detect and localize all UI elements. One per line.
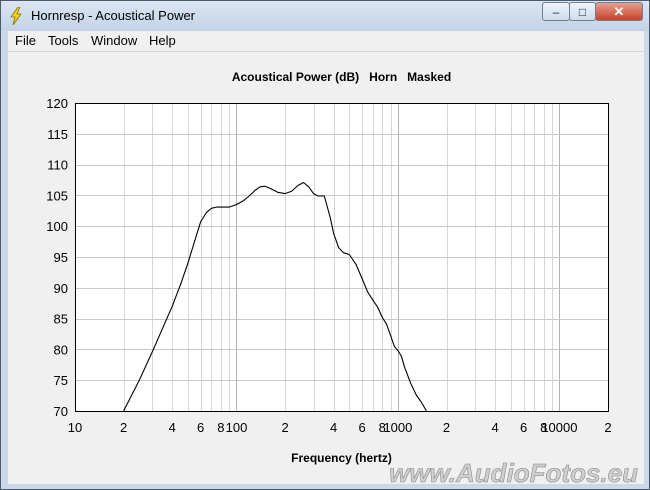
menu-window[interactable]: Window [88, 33, 140, 48]
app-window: Hornresp - Acoustical Power – □ ✕ File T… [0, 0, 650, 490]
x-tick-label: 6 [520, 420, 527, 435]
x-axis-label: Frequency (hertz) [291, 451, 392, 465]
x-tick-label: 2 [281, 420, 288, 435]
y-tick-label: 75 [54, 373, 68, 388]
y-axis-ticks: 70 75 80 85 90 95 100 105 110 115 120 [46, 96, 68, 419]
x-tick-label: 4 [169, 420, 176, 435]
y-tick-label: 110 [47, 158, 68, 173]
chart-title: Acoustical Power (dB) Horn Masked [232, 70, 451, 84]
y-tick-label: 90 [54, 281, 68, 296]
window-title: Hornresp - Acoustical Power [31, 8, 196, 23]
title-bar[interactable]: Hornresp - Acoustical Power – □ ✕ [1, 1, 649, 31]
x-tick-label: 6 [358, 420, 365, 435]
y-tick-label: 95 [54, 250, 68, 265]
x-tick-label: 8 [217, 420, 224, 435]
x-axis-ticks: 10 2 4 6 8 100 2 4 6 81000 2 4 6 810000 2 [68, 420, 612, 435]
x-tick-label: 10000 [541, 420, 577, 435]
x-tick-label: 6 [197, 420, 204, 435]
watermark: www.AudioFotos.eu [389, 458, 638, 484]
x-tick-label: 4 [492, 420, 499, 435]
lightning-bolt-icon[interactable] [9, 7, 23, 25]
y-tick-label: 80 [54, 342, 68, 357]
x-tick-label: 2 [604, 420, 611, 435]
x-tick-label: 10 [68, 420, 82, 435]
y-tick-label: 105 [46, 188, 68, 203]
x-tick-label: 1000 [383, 420, 412, 435]
x-tick-label: 100 [226, 420, 248, 435]
menu-file[interactable]: File [12, 33, 39, 48]
y-tick-label: 85 [54, 312, 68, 327]
minimize-button[interactable]: – [542, 2, 570, 21]
x-tick-label: 2 [120, 420, 127, 435]
menu-help[interactable]: Help [146, 33, 179, 48]
acoustical-power-chart: 707580859095100105110115120 10 2 4 6 8 100 2 4 6… [46, 70, 638, 484]
y-tick-label: 115 [47, 127, 68, 142]
menu-tools[interactable]: Tools [45, 33, 81, 48]
y-tick-label: 70 [54, 404, 68, 419]
y-tick-label: 100 [46, 219, 68, 234]
y-tick-label: 120 [46, 96, 68, 111]
x-tick-label: 2 [443, 420, 450, 435]
chart-area: 70 75 80 85 90 95 100 105 110 115 120 10 2 4 6 8 100 2 4 6… [8, 52, 644, 484]
menu-bar: File Tools Window Help [8, 31, 644, 52]
close-button[interactable]: ✕ [595, 2, 643, 21]
maximize-button[interactable]: □ [569, 2, 596, 21]
x-tick-label: 4 [330, 420, 337, 435]
